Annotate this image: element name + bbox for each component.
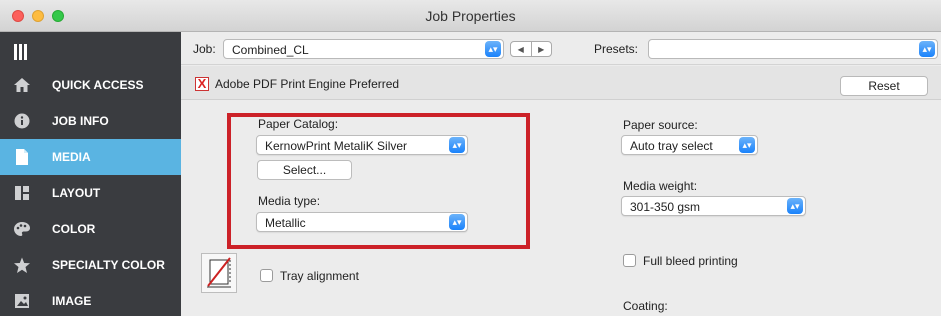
paper-catalog-select[interactable]: KernowPrint MetaliK Silver ▴▾	[256, 135, 468, 155]
job-toolbar: Job: Combined_CL ▴▾ ◀ ▶ Presets: ▴▾	[181, 32, 941, 65]
pdf-engine-checkbox[interactable]: X	[195, 77, 209, 91]
media-type-select[interactable]: Metallic ▴▾	[256, 212, 468, 232]
full-bleed-checkbox[interactable]	[623, 254, 636, 267]
page-icon	[12, 148, 32, 166]
pdf-engine-label: Adobe PDF Print Engine Preferred	[215, 77, 400, 91]
sidebar-item-media[interactable]: MEDIA	[0, 139, 181, 175]
sidebar-item-label: MEDIA	[52, 150, 91, 164]
window-title: Job Properties	[425, 8, 516, 24]
job-select[interactable]: Combined_CL ▴▾	[223, 39, 504, 59]
home-icon	[12, 76, 32, 94]
paper-catalog-value: KernowPrint MetaliK Silver	[265, 139, 408, 153]
full-bleed-label: Full bleed printing	[643, 254, 738, 268]
sidebar: QUICK ACCESS JOB INFO MEDIA LAYOUT COLOR…	[0, 32, 181, 316]
reset-button[interactable]: Reset	[840, 76, 928, 96]
sidebar-item-layout[interactable]: LAYOUT	[0, 175, 181, 211]
media-panel: Paper Catalog: KernowPrint MetaliK Silve…	[181, 101, 941, 316]
paper-source-label: Paper source:	[623, 118, 698, 132]
sidebar-item-label: QUICK ACCESS	[52, 78, 144, 92]
next-job-button[interactable]: ▶	[532, 42, 552, 56]
sidebar-item-label: JOB INFO	[52, 114, 109, 128]
info-icon	[12, 112, 32, 130]
job-label: Job:	[193, 42, 216, 56]
presets-label: Presets:	[594, 42, 639, 56]
sidebar-item-color[interactable]: COLOR	[0, 211, 181, 247]
layout-icon	[12, 184, 32, 202]
sidebar-item-label: SPECIALTY COLOR	[52, 258, 165, 272]
job-navigation: ◀ ▶	[510, 41, 552, 57]
sidebar-item-label: COLOR	[52, 222, 96, 236]
select-paper-button[interactable]: Select...	[257, 160, 352, 180]
palette-icon	[12, 220, 32, 238]
presets-select[interactable]: ▴▾	[648, 39, 938, 59]
media-weight-value: 301-350 gsm	[630, 200, 701, 214]
media-type-arrows-icon: ▴▾	[449, 214, 465, 230]
sidebar-item-label: IMAGE	[52, 294, 92, 308]
previous-job-button[interactable]: ◀	[511, 42, 532, 56]
paper-source-select[interactable]: Auto tray select ▴▾	[621, 135, 758, 155]
job-select-value: Combined_CL	[232, 43, 309, 57]
sidebar-toggle-icon[interactable]	[14, 44, 27, 60]
paper-source-arrows-icon: ▴▾	[739, 137, 755, 153]
media-weight-arrows-icon: ▴▾	[787, 198, 803, 214]
sidebar-item-job-info[interactable]: JOB INFO	[0, 103, 181, 139]
image-icon	[12, 292, 32, 310]
star-icon	[12, 256, 32, 274]
tray-alignment-checkbox[interactable]	[260, 269, 273, 282]
job-select-arrows-icon: ▴▾	[485, 41, 501, 57]
tray-alignment-label: Tray alignment	[280, 269, 359, 283]
media-weight-select[interactable]: 301-350 gsm ▴▾	[621, 196, 806, 216]
sidebar-item-quick-access[interactable]: QUICK ACCESS	[0, 67, 181, 103]
tray-alignment-icon	[201, 253, 237, 293]
paper-source-value: Auto tray select	[630, 139, 713, 153]
pdf-engine-bar: X Adobe PDF Print Engine Preferred Reset	[181, 66, 941, 100]
paper-catalog-label: Paper Catalog:	[258, 117, 339, 131]
sidebar-item-label: LAYOUT	[52, 186, 101, 200]
media-type-label: Media type:	[258, 194, 321, 208]
paper-catalog-arrows-icon: ▴▾	[449, 137, 465, 153]
presets-select-arrows-icon: ▴▾	[919, 41, 935, 57]
sidebar-item-specialty-color[interactable]: SPECIALTY COLOR	[0, 247, 181, 283]
media-weight-label: Media weight:	[623, 179, 698, 193]
title-bar: Job Properties	[0, 0, 941, 32]
sidebar-item-image[interactable]: IMAGE	[0, 283, 181, 316]
coating-label: Coating:	[623, 299, 668, 313]
media-type-value: Metallic	[265, 216, 306, 230]
